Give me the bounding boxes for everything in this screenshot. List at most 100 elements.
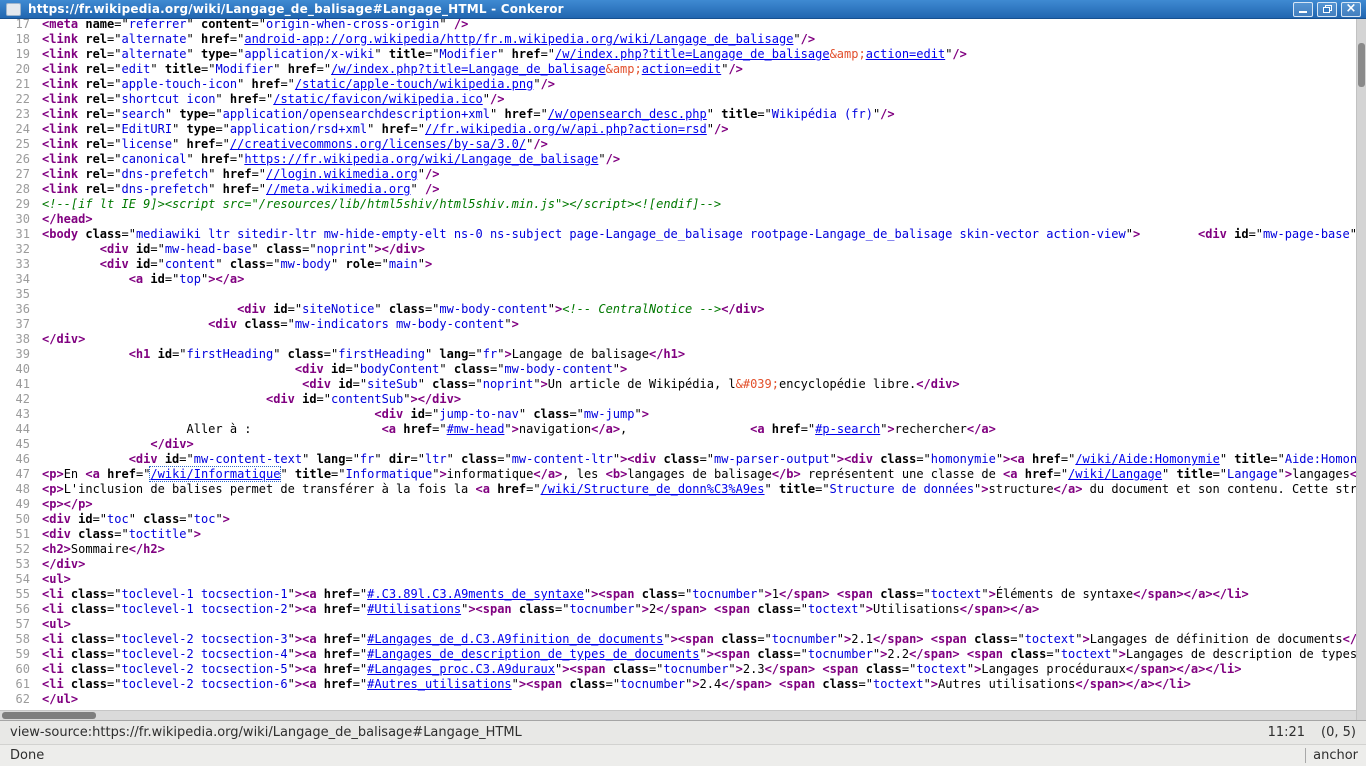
code-token: id xyxy=(78,512,92,526)
horizontal-scrollbar[interactable] xyxy=(0,710,1356,720)
source-link[interactable]: #Utilisations xyxy=(367,602,461,616)
code-token: =" xyxy=(114,19,128,31)
code-token: > xyxy=(1285,467,1292,481)
code-token: " xyxy=(439,362,453,376)
source-link[interactable]: #Langages_proc.C3.A9duraux xyxy=(367,662,555,676)
source-link[interactable]: https://fr.wikipedia.org/wiki/Langage_de… xyxy=(244,152,598,166)
source-link[interactable]: /wiki/Aide:Homonymie xyxy=(1075,452,1220,466)
vertical-scrollbar-thumb[interactable] xyxy=(1358,43,1365,87)
code-token: " xyxy=(512,677,519,691)
source-link[interactable]: //meta.wikimedia.org xyxy=(266,182,411,196)
source-link[interactable]: #Autres_utilisations xyxy=(367,677,512,691)
code-token: class xyxy=(143,512,179,526)
code-line: 56<li class="toclevel-1 tocsection-2"><a… xyxy=(0,602,1356,617)
code-token: role xyxy=(345,257,374,271)
code-token: =" xyxy=(555,602,569,616)
line-content: <div id="bodyContent" class="mw-body-con… xyxy=(42,362,627,376)
code-token: dns-prefetch xyxy=(122,167,209,181)
source-link[interactable]: #.C3.89l.C3.A9ments_de_syntaxe xyxy=(367,587,584,601)
code-token: id xyxy=(136,257,150,271)
horizontal-scrollbar-thumb[interactable] xyxy=(2,712,96,719)
code-token: " xyxy=(418,377,432,391)
code-token: =" xyxy=(678,587,692,601)
conkeror-window: https://fr.wikipedia.org/wiki/Langage_de… xyxy=(0,0,1366,766)
code-token: <div xyxy=(1198,227,1234,241)
code-token: href xyxy=(324,662,353,676)
code-token: =" xyxy=(353,602,367,616)
code-token: =" xyxy=(107,137,121,151)
code-token: class xyxy=(244,317,280,331)
source-link[interactable]: /w/index.php?title=Langage_de_balisage xyxy=(331,62,606,76)
code-token: > xyxy=(439,467,446,481)
window-controls: × xyxy=(1293,2,1361,17)
code-line: 42 <div id="contentSub"></div> xyxy=(0,392,1356,407)
code-token: referrer xyxy=(129,19,187,31)
source-link[interactable]: /static/favicon/wikipedia.ico xyxy=(273,92,483,106)
code-token: type xyxy=(179,107,208,121)
code-token: mw-content-ltr xyxy=(512,452,613,466)
source-link[interactable]: //creativecommons.org/licenses/by-sa/3.0… xyxy=(230,137,526,151)
source-link[interactable]: #Langages_de_d.C3.A9finition_de_document… xyxy=(367,632,663,646)
source-view[interactable]: 17<meta name="referrer" content="origin-… xyxy=(0,19,1356,710)
line-number: 59 xyxy=(0,647,30,662)
code-token: class xyxy=(230,257,266,271)
code-token: " xyxy=(252,242,266,256)
code-token: toc xyxy=(107,512,129,526)
code-token: langages xyxy=(1292,467,1350,481)
line-content: <div id="mw-head-base" class="noprint"><… xyxy=(42,242,425,256)
code-token: " xyxy=(613,452,620,466)
maximize-button[interactable] xyxy=(1317,2,1337,17)
code-token: " xyxy=(187,47,201,61)
source-link[interactable]: /w/index.php?title=Langage_de_balisage xyxy=(555,47,830,61)
source-link[interactable]: #Langages_de_description_de_types_de_doc… xyxy=(367,647,699,661)
source-link[interactable]: //fr.wikipedia.org/w/api.php?action=rsd xyxy=(425,122,707,136)
code-token: > xyxy=(887,422,894,436)
code-line: 59<li class="toclevel-2 tocsection-4"><a… xyxy=(0,647,1356,662)
line-content: <div class="toctitle"> xyxy=(42,527,201,541)
code-token: 1 xyxy=(772,587,779,601)
source-link[interactable]: #p-search xyxy=(815,422,880,436)
line-content: <link rel="alternate" href="android-app:… xyxy=(42,32,815,46)
minimize-button[interactable] xyxy=(1293,2,1313,17)
source-link[interactable]: android-app://org.wikipedia/http/fr.m.wi… xyxy=(244,32,793,46)
code-token: =" xyxy=(374,257,388,271)
code-token: title xyxy=(165,62,201,76)
code-token: href xyxy=(252,77,281,91)
vertical-scrollbar[interactable] xyxy=(1356,19,1366,720)
code-token: du document et son contenu. Cette struct… xyxy=(1082,482,1356,496)
source-link[interactable]: /w/opensearch_desc.php xyxy=(548,107,707,121)
line-content: <link rel="apple-touch-icon" href="/stat… xyxy=(42,77,555,91)
code-token: =" xyxy=(757,632,771,646)
code-token: dns-prefetch xyxy=(122,182,209,196)
code-token: class xyxy=(454,362,490,376)
code-token: </a> xyxy=(533,467,562,481)
source-link-focused[interactable]: /wiki/Informatique xyxy=(150,467,280,481)
source-link[interactable]: action=edit xyxy=(866,47,945,61)
code-token: ><a xyxy=(295,647,324,661)
code-token: " xyxy=(425,347,439,361)
code-token: " xyxy=(187,32,201,46)
code-token: " xyxy=(533,377,540,391)
source-link[interactable]: //login.wikimedia.org xyxy=(266,167,418,181)
code-token: toctitle xyxy=(129,527,187,541)
code-token: =" xyxy=(541,47,555,61)
code-token: <link xyxy=(42,62,85,76)
close-button[interactable]: × xyxy=(1341,2,1361,17)
source-link[interactable]: /static/apple-touch/wikipedia.png xyxy=(295,77,533,91)
code-token: =" xyxy=(606,677,620,691)
code-token: Modifier xyxy=(439,47,497,61)
code-token: href xyxy=(324,632,353,646)
code-token: <a xyxy=(129,272,151,286)
code-token: Langages de définition de documents xyxy=(1090,632,1343,646)
line-content: <li class="toclevel-1 tocsection-2"><a h… xyxy=(42,602,1039,616)
code-token: href xyxy=(288,62,317,76)
source-link[interactable]: #mw-head xyxy=(447,422,505,436)
code-token: " xyxy=(996,452,1003,466)
line-content: </head> xyxy=(42,212,93,226)
code-token: ><div xyxy=(837,452,880,466)
source-link[interactable]: /wiki/Langage xyxy=(1068,467,1162,481)
code-token: " xyxy=(150,62,164,76)
source-link[interactable]: /wiki/Structure_de_donn%C3%A9es xyxy=(541,482,765,496)
line-number: 26 xyxy=(0,152,30,167)
source-link[interactable]: action=edit xyxy=(642,62,721,76)
